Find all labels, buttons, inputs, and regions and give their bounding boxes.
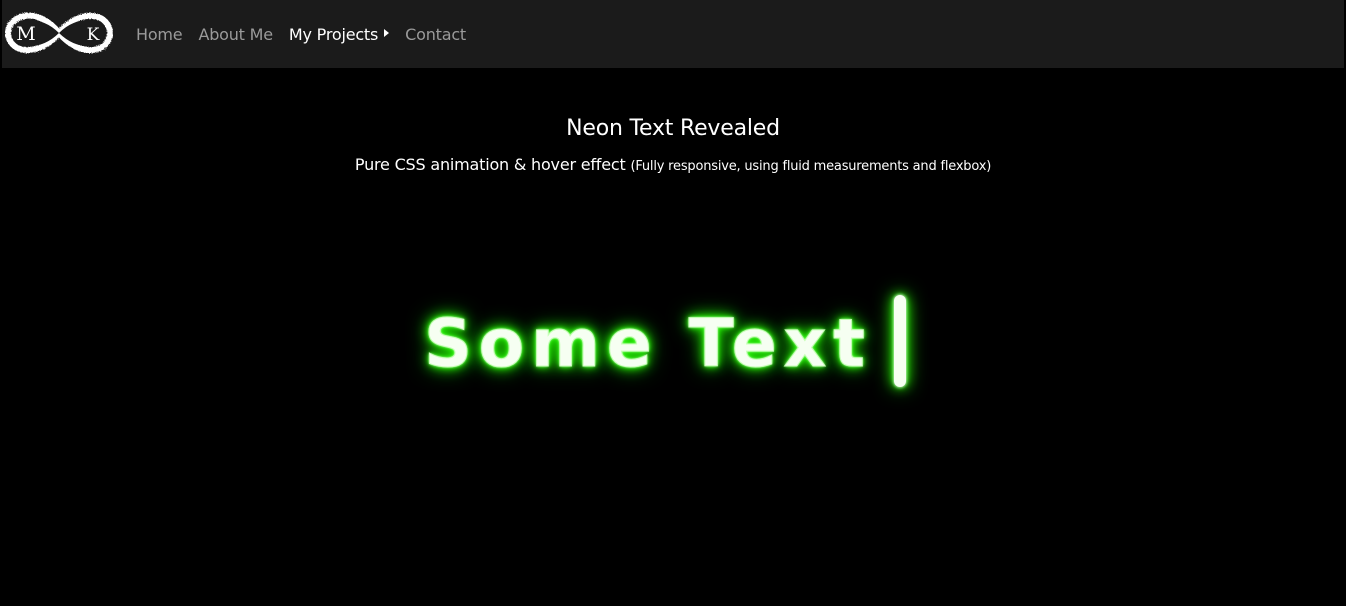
neon-cursor [893, 295, 906, 387]
infinity-logo-icon: M K [4, 12, 114, 54]
page-subtitle: Pure CSS animation & hover effect (Fully… [0, 155, 1346, 174]
subtitle-note: (Fully responsive, using fluid measureme… [630, 159, 992, 174]
logo[interactable]: M K [4, 8, 114, 58]
nav-home[interactable]: Home [136, 25, 183, 44]
nav-my-projects-dropdown[interactable]: My Projects [289, 25, 390, 44]
subtitle-main: Pure CSS animation & hover effect [354, 155, 626, 174]
caret-right-icon [384, 29, 390, 37]
nav-contact[interactable]: Contact [405, 25, 466, 44]
logo-letter-k: K [87, 25, 100, 45]
neon-text[interactable]: Some Text [424, 304, 872, 382]
nav-about-me[interactable]: About Me [198, 25, 273, 44]
nav-my-projects[interactable]: My Projects [289, 25, 378, 44]
page-title: Neon Text Revealed [566, 116, 780, 141]
navbar: M K Home About Me My Projects Contact [2, 0, 1344, 68]
nav-links: Home About Me My Projects Contact [136, 0, 466, 68]
logo-letter-m: M [16, 23, 35, 45]
neon-display: Some Text [0, 288, 1346, 398]
